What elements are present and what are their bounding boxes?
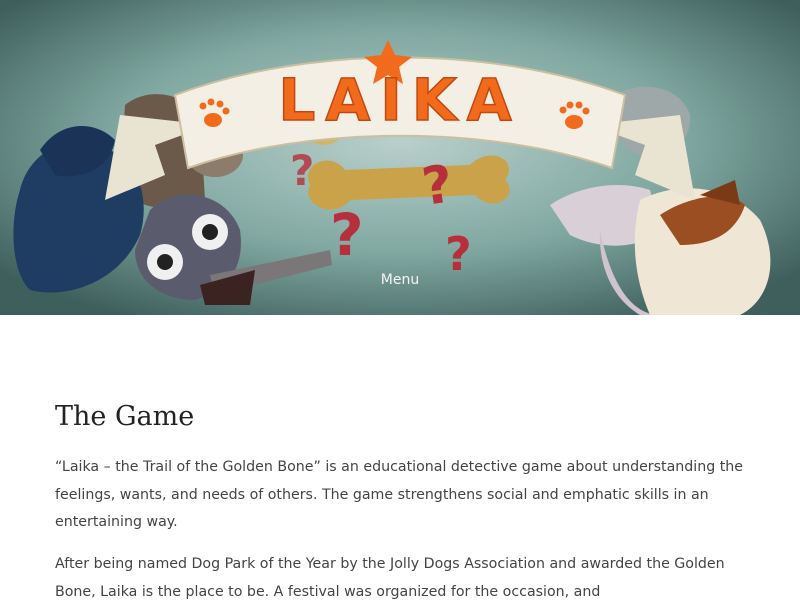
menu-button[interactable]: Menu — [0, 272, 800, 288]
hero-illustration: ? ? ? ? LAIKA — [0, 0, 800, 315]
intro-paragraph: “Laika – the Trail of the Golden Bone” i… — [55, 459, 744, 530]
hero-banner: ? ? ? ? LAIKA Menu — [0, 0, 800, 315]
story-paragraph: After being named Dog Park of the Year b… — [55, 556, 725, 600]
section-title: The Game — [55, 401, 195, 432]
main-content: The Game “Laika – the Trail of the Golde… — [0, 315, 800, 600]
svg-text:?: ? — [330, 201, 364, 269]
svg-text:?: ? — [290, 146, 314, 195]
logo-text: LAIKA — [278, 66, 521, 134]
